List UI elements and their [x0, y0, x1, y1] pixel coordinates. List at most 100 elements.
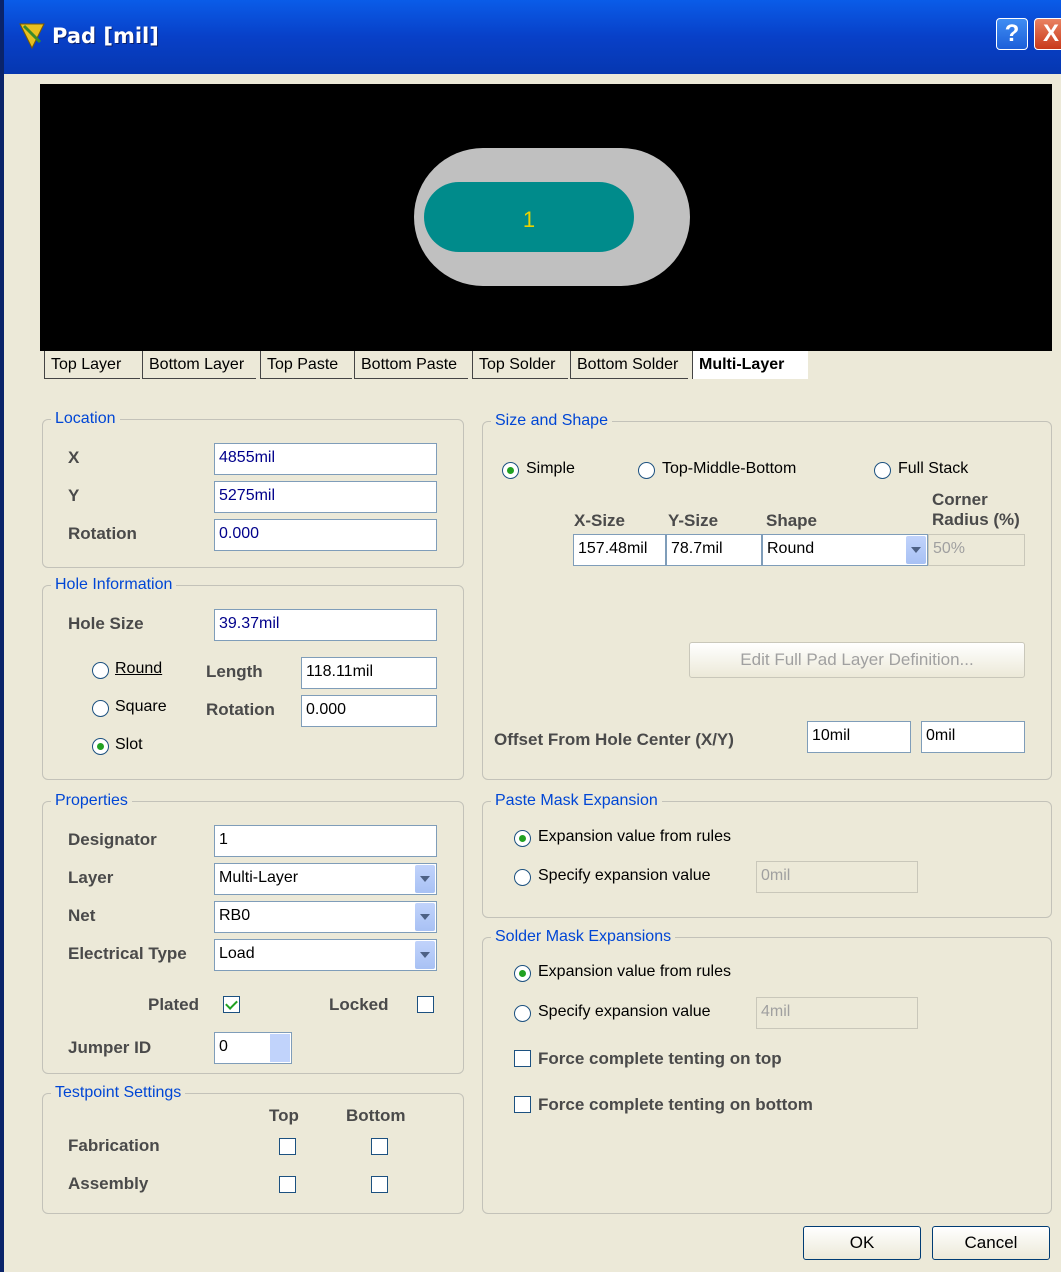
- x-label: X: [68, 448, 80, 467]
- hole-round-label: Round: [115, 660, 163, 677]
- length-label: Length: [206, 662, 263, 681]
- edit-full-pad-layer-button[interactable]: Edit Full Pad Layer Definition...: [689, 642, 1025, 678]
- assembly-top-checkbox[interactable]: [279, 1176, 296, 1193]
- locked-checkbox[interactable]: [417, 996, 434, 1013]
- fabrication-top-checkbox[interactable]: [279, 1138, 296, 1155]
- hole-slot-label: Slot: [115, 736, 143, 753]
- layer-label: Layer: [68, 868, 114, 887]
- help-button[interactable]: ?: [996, 18, 1028, 50]
- jumper-id-label: Jumper ID: [68, 1038, 152, 1057]
- simple-radio[interactable]: [502, 462, 519, 479]
- plated-label: Plated: [148, 995, 200, 1014]
- testpoint-top-header: Top: [269, 1106, 299, 1125]
- x-size-input[interactable]: 157.48mil: [573, 534, 666, 566]
- ok-button[interactable]: OK: [803, 1226, 921, 1260]
- hole-rotation-label: Rotation: [206, 700, 275, 719]
- hole-round-radio[interactable]: [92, 662, 109, 679]
- pad-tool-icon: [19, 23, 45, 50]
- tab-bottom-paste[interactable]: Bottom Paste: [354, 351, 468, 379]
- corner-radius-input: 50%: [928, 534, 1025, 566]
- size-shape-legend: Size and Shape: [495, 412, 608, 429]
- x-size-header: X-Size: [574, 511, 626, 530]
- net-select-value: RB0: [219, 907, 251, 924]
- layer-select[interactable]: Multi-Layer: [214, 863, 437, 895]
- chevron-down-icon[interactable]: [415, 903, 435, 931]
- cancel-button[interactable]: Cancel: [932, 1226, 1050, 1260]
- hole-rotation-input[interactable]: 0.000: [301, 695, 437, 727]
- length-input[interactable]: 118.11mil: [301, 657, 437, 689]
- tent-bottom-checkbox[interactable]: [514, 1096, 531, 1113]
- tab-top-paste[interactable]: Top Paste: [260, 351, 352, 379]
- close-button[interactable]: X: [1034, 18, 1061, 50]
- chevron-down-icon[interactable]: [415, 941, 435, 969]
- properties-legend: Properties: [55, 792, 128, 809]
- paste-mask-group: Paste Mask Expansion: [482, 792, 1052, 918]
- hole-slot-radio[interactable]: [92, 738, 109, 755]
- shape-select-value: Round: [767, 540, 815, 557]
- tab-top-layer[interactable]: Top Layer: [44, 351, 140, 379]
- designator-label: Designator: [68, 830, 157, 849]
- full-stack-radio[interactable]: [874, 462, 891, 479]
- plated-checkbox[interactable]: [223, 996, 240, 1013]
- tab-multi-layer[interactable]: Multi-Layer: [692, 351, 808, 379]
- title-bar[interactable]: Pad [mil] ? X: [4, 0, 1061, 74]
- y-size-header: Y-Size: [668, 511, 719, 530]
- y-size-input[interactable]: 78.7mil: [666, 534, 762, 566]
- hole-size-label: Hole Size: [68, 614, 144, 633]
- solder-rules-radio[interactable]: [514, 965, 531, 982]
- simple-label: Simple: [526, 460, 575, 477]
- electrical-type-label: Electrical Type: [68, 944, 187, 963]
- testpoint-bottom-header: Bottom: [346, 1106, 406, 1125]
- jumper-id-value: 0: [219, 1038, 228, 1055]
- jumper-id-spinner[interactable]: 0: [214, 1032, 292, 1064]
- assembly-label: Assembly: [68, 1174, 149, 1193]
- assembly-bottom-checkbox[interactable]: [371, 1176, 388, 1193]
- offset-x-input[interactable]: 10mil: [807, 721, 911, 753]
- solder-value-input: 4mil: [756, 997, 918, 1029]
- radius-header: Radius (%): [932, 510, 1020, 529]
- paste-rules-radio[interactable]: [514, 830, 531, 847]
- fabrication-bottom-checkbox[interactable]: [371, 1138, 388, 1155]
- tent-top-label: Force complete tenting on top: [538, 1049, 782, 1068]
- rotation-label: Rotation: [68, 524, 137, 543]
- pad-dialog: Pad [mil] ? X 1 Top Layer Bottom Layer T…: [0, 0, 1061, 1272]
- tab-bottom-solder[interactable]: Bottom Solder: [570, 351, 688, 379]
- tab-bottom-layer[interactable]: Bottom Layer: [142, 351, 256, 379]
- net-label: Net: [68, 906, 96, 925]
- y-label: Y: [68, 486, 80, 505]
- top-middle-bottom-label: Top-Middle-Bottom: [662, 460, 797, 477]
- window-title: Pad [mil]: [52, 24, 159, 48]
- fabrication-label: Fabrication: [68, 1136, 160, 1155]
- chevron-down-icon[interactable]: [415, 865, 435, 893]
- y-input[interactable]: 5275mil: [214, 481, 437, 513]
- designator-input[interactable]: 1: [214, 825, 437, 857]
- paste-rules-label: Expansion value from rules: [538, 828, 731, 845]
- x-input[interactable]: 4855mil: [214, 443, 437, 475]
- offset-label: Offset From Hole Center (X/Y): [494, 730, 734, 749]
- offset-y-input[interactable]: 0mil: [921, 721, 1025, 753]
- paste-mask-legend: Paste Mask Expansion: [495, 792, 658, 809]
- pad-number: 1: [523, 207, 535, 232]
- rotation-input[interactable]: 0.000: [214, 519, 437, 551]
- solder-specify-radio[interactable]: [514, 1005, 531, 1022]
- electrical-type-select[interactable]: Load: [214, 939, 437, 971]
- shape-header: Shape: [766, 511, 818, 530]
- top-middle-bottom-radio[interactable]: [638, 462, 655, 479]
- chevron-down-icon[interactable]: [906, 536, 926, 564]
- hole-square-radio[interactable]: [92, 700, 109, 717]
- paste-specify-radio[interactable]: [514, 869, 531, 886]
- tab-top-solder[interactable]: Top Solder: [472, 351, 568, 379]
- hole-square-label: Square: [115, 698, 167, 715]
- full-stack-label: Full Stack: [898, 460, 969, 477]
- solder-rules-label: Expansion value from rules: [538, 963, 731, 980]
- net-select[interactable]: RB0: [214, 901, 437, 933]
- hole-size-input[interactable]: 39.37mil: [214, 609, 437, 641]
- paste-specify-label: Specify expansion value: [538, 867, 711, 884]
- tent-top-checkbox[interactable]: [514, 1050, 531, 1067]
- spinner-arrows-icon[interactable]: [270, 1034, 290, 1062]
- solder-specify-label: Specify expansion value: [538, 1003, 711, 1020]
- solder-mask-legend: Solder Mask Expansions: [495, 928, 672, 945]
- layer-select-value: Multi-Layer: [219, 869, 299, 886]
- shape-select[interactable]: Round: [762, 534, 928, 566]
- locked-label: Locked: [329, 995, 389, 1014]
